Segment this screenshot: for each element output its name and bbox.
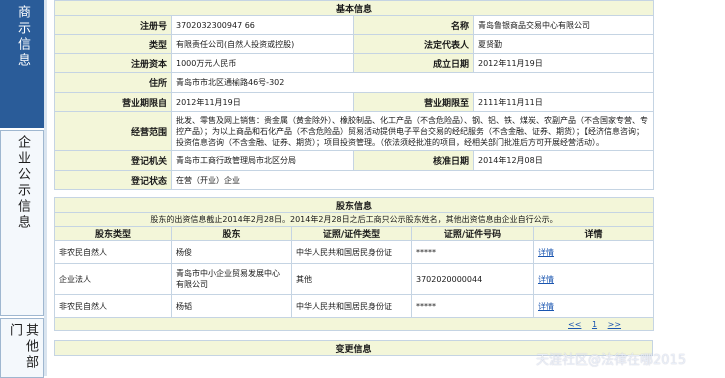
tab-company-info-label: 商示信息 (15, 5, 30, 69)
legal-rep-label: 法定代表人 (353, 34, 474, 54)
tab-enterprise-disclosure[interactable]: 企业公示信息 (0, 130, 44, 316)
col-header-detail: 详情 (532, 226, 655, 241)
address-label: 住所 (54, 72, 172, 93)
reg-no-label: 注册号 (54, 15, 172, 35)
found-date-label: 成立日期 (353, 53, 474, 73)
row-shareholder: 青岛市中小企业贸易发展中心有限公司 (171, 263, 292, 295)
basic-info-table: 基本信息 注册号 3702032300947 66 名称 青岛鲁银商品交易中心有… (53, 0, 655, 190)
detail-link[interactable]: 详情 (538, 248, 554, 257)
scope-label: 经营范围 (54, 111, 172, 151)
status-label: 登记状态 (54, 170, 172, 190)
pager-page-1[interactable]: 1 (592, 320, 597, 329)
row-type: 企业法人 (54, 263, 172, 295)
type-value: 有限责任公司(自然人投资或控股) (171, 34, 354, 54)
row-id-no: ***** (411, 240, 534, 264)
row-id-type: 中华人民共和国居民身份证 (291, 240, 412, 264)
tab-other-departments[interactable]: 其他部门 (0, 318, 44, 378)
authority-label: 登记机关 (54, 150, 172, 171)
scope-value: 批发、零售及网上销售：贵金属（黄金除外）、橡胶制品、化工产品（不含危险品）、钢、… (170, 111, 655, 151)
type-label: 类型 (54, 34, 172, 54)
shareholders-note: 股东的出资信息截止2014年2月28日。2014年2月28日之后工商只公示股东姓… (53, 212, 655, 227)
row-shareholder: 杨韬 (171, 294, 292, 318)
table-row: 企业法人 青岛市中小企业贸易发展中心有限公司 其他 3702020000044 … (54, 263, 655, 295)
address-value: 青岛市市北区通榆路46号-302 (170, 72, 655, 93)
capital-value: 1000万元人民币 (171, 53, 354, 73)
term-to-label: 营业期限至 (353, 92, 474, 112)
col-header-type: 股东类型 (54, 226, 172, 241)
row-shareholder: 杨俊 (171, 240, 292, 264)
row-type: 非农民自然人 (54, 294, 172, 318)
name-label: 名称 (353, 15, 474, 35)
term-to-value: 2111年11月11日 (472, 92, 655, 112)
col-header-id-type: 证照/证件类型 (291, 226, 412, 241)
tab-enterprise-disclosure-label: 企业公示信息 (15, 135, 30, 231)
pager-prev[interactable]: << (568, 320, 581, 329)
reg-no-value: 3702032300947 66 (171, 15, 354, 35)
basic-info-title: 基本信息 (53, 0, 655, 16)
detail-link[interactable]: 详情 (538, 302, 554, 311)
table-row: 非农民自然人 杨韬 中华人民共和国居民身份证 ***** 详情 (54, 294, 655, 318)
col-header-shareholder: 股东 (171, 226, 292, 241)
legal-rep-value: 夏贤勤 (472, 34, 655, 54)
detail-link[interactable]: 详情 (538, 275, 554, 284)
sidebar: 商示信息 企业公示信息 其他部门 (0, 0, 47, 378)
pagination: << 1 >> (53, 317, 655, 331)
sidebar-divider (44, 0, 47, 376)
approve-date-label: 核准日期 (353, 150, 474, 171)
status-value: 在营（开业）企业 (170, 170, 655, 190)
pager-next[interactable]: >> (608, 320, 621, 329)
tab-company-info[interactable]: 商示信息 (0, 0, 44, 128)
table-row: 非农民自然人 杨俊 中华人民共和国居民身份证 ***** 详情 (54, 240, 655, 264)
row-type: 非农民自然人 (54, 240, 172, 264)
row-id-no: 3702020000044 (411, 263, 534, 295)
approve-date-value: 2014年12月08日 (472, 150, 655, 171)
tab-other-departments-label: 其他部门 (7, 323, 38, 371)
watermark: 天涯社区@法律在哪2015 (536, 353, 687, 368)
name-value: 青岛鲁银商品交易中心有限公司 (472, 15, 655, 35)
shareholders-title: 股东信息 (53, 197, 655, 213)
row-id-type: 中华人民共和国居民身份证 (291, 294, 412, 318)
shareholders-table: 股东信息 股东的出资信息截止2014年2月28日。2014年2月28日之后工商只… (53, 197, 655, 331)
found-date-value: 2012年11月19日 (472, 53, 655, 73)
col-header-id-no: 证照/证件号码 (411, 226, 534, 241)
capital-label: 注册资本 (54, 53, 172, 73)
row-id-no: ***** (411, 294, 534, 318)
row-id-type: 其他 (291, 263, 412, 295)
term-from-label: 营业期限自 (54, 92, 172, 112)
main-content: 基本信息 注册号 3702032300947 66 名称 青岛鲁银商品交易中心有… (53, 0, 655, 356)
term-from-value: 2012年11月19日 (171, 92, 354, 112)
authority-value: 青岛市工商行政管理局市北区分局 (171, 150, 354, 171)
